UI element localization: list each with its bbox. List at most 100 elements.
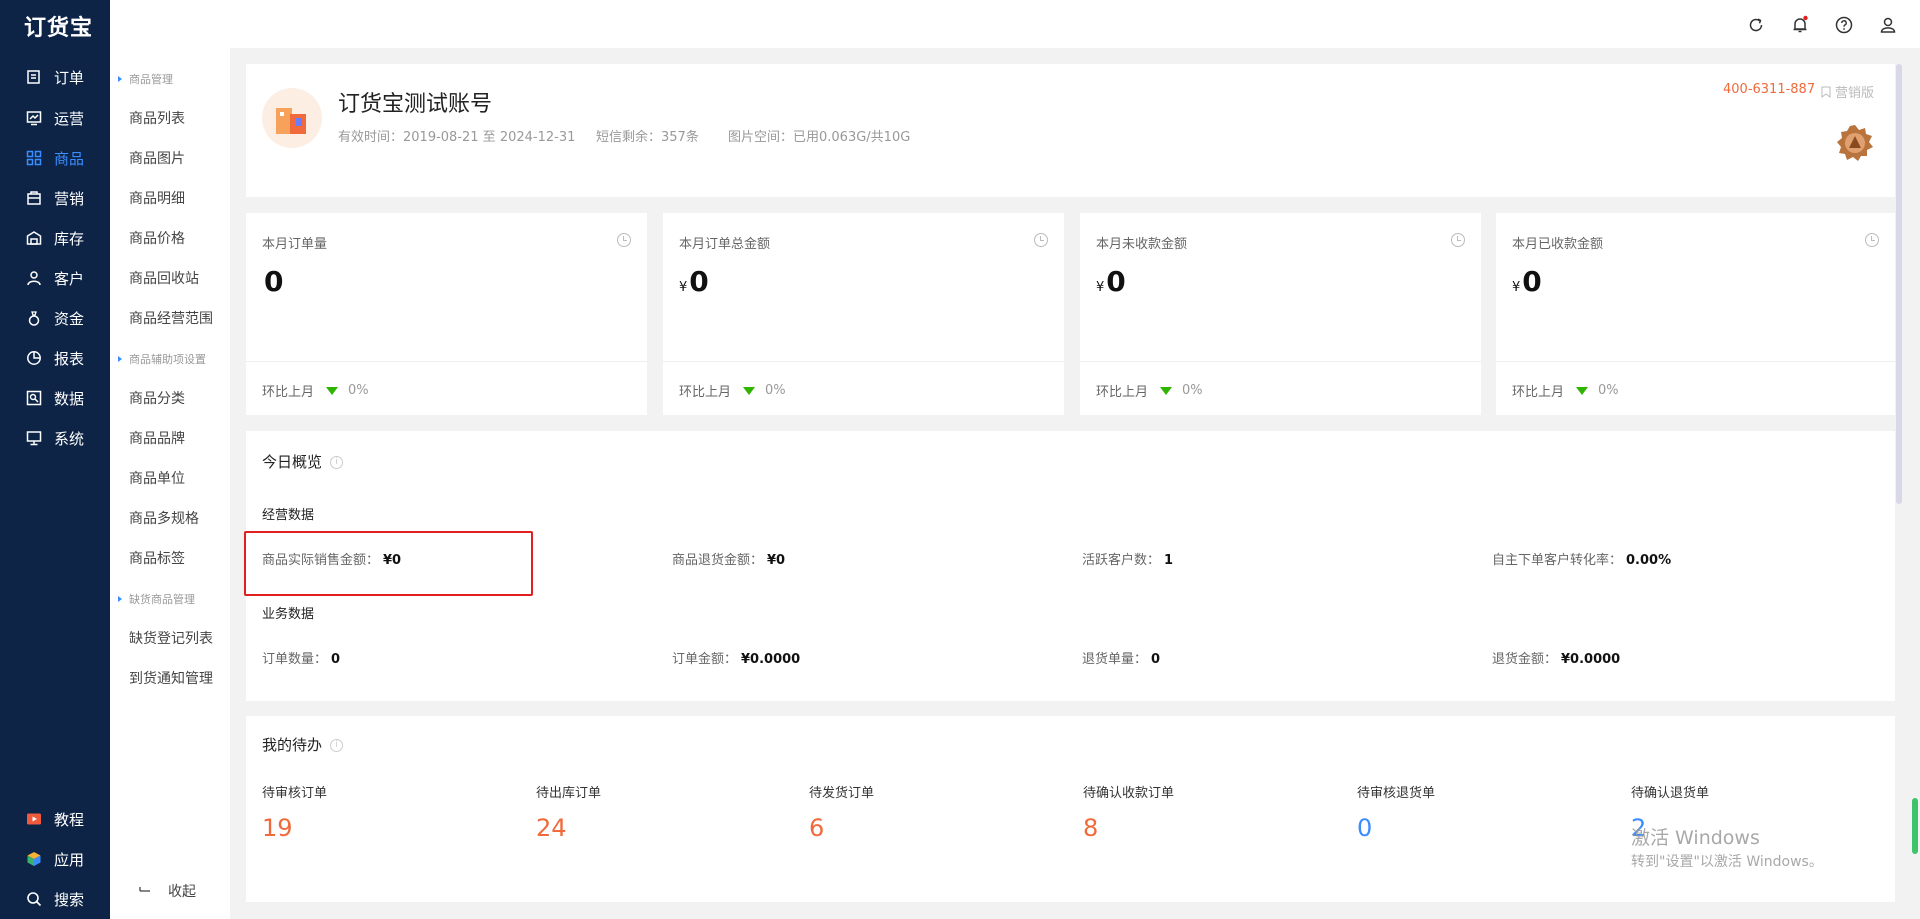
- nav-label: 教程: [54, 810, 85, 829]
- nav-item-product[interactable]: 商品: [0, 138, 110, 178]
- data-icon: [26, 390, 42, 406]
- todo-count[interactable]: 19: [262, 814, 293, 842]
- submenu-item-business-scope[interactable]: 商品经营范围: [129, 308, 213, 328]
- search-icon: [27, 892, 42, 907]
- clock-icon[interactable]: [1865, 233, 1879, 247]
- nav-item-report[interactable]: 报表: [0, 338, 110, 378]
- nav-item-order[interactable]: 订单: [0, 57, 110, 97]
- submenu-group-product-management: 商品管理: [118, 71, 173, 87]
- help-icon[interactable]: [1834, 15, 1854, 35]
- store-avatar-icon: [262, 88, 322, 148]
- todo-label[interactable]: 待审核退货单: [1357, 782, 1435, 801]
- order-icon: [27, 70, 40, 84]
- notification-bell-icon[interactable]: [1790, 15, 1810, 35]
- app-logo[interactable]: 订货宝: [24, 10, 93, 42]
- submenu-item-product-list[interactable]: 商品列表: [129, 108, 185, 128]
- submenu-item-category[interactable]: 商品分类: [129, 388, 185, 408]
- submenu-item-product-images[interactable]: 商品图片: [129, 148, 185, 168]
- stat-value: ¥0: [679, 265, 709, 298]
- nav-item-search[interactable]: 搜索: [0, 879, 110, 919]
- submenu-group-out-of-stock: 缺货商品管理: [118, 591, 195, 607]
- nav-label: 营销: [54, 189, 85, 208]
- info-icon: i: [330, 456, 344, 469]
- clock-icon[interactable]: [1034, 233, 1048, 247]
- nav-item-operation[interactable]: 运营: [0, 98, 110, 138]
- stat-value: ¥0: [1096, 265, 1126, 298]
- my-todo-card: 我的待办 i 待审核订单 19 待出库订单 24 待发货订单 6 待确认收款订单 …: [246, 716, 1895, 902]
- submenu-item-multi-spec[interactable]: 商品多规格: [129, 508, 199, 528]
- stat-value: 0: [264, 265, 284, 298]
- windows-activation-watermark: 激活 Windows: [1631, 827, 1760, 849]
- nav-item-marketing[interactable]: 营销: [0, 178, 110, 218]
- refresh-icon[interactable]: [1746, 15, 1766, 35]
- submenu-item-product-price[interactable]: 商品价格: [129, 228, 185, 248]
- overview-title: 今日概览 i: [262, 451, 344, 472]
- sms-remaining: 短信剩余：357条: [596, 130, 699, 145]
- account-validity: 有效时间：2019-08-21 至 2024-12-31: [338, 130, 576, 145]
- operation-icon: [26, 111, 42, 126]
- clock-icon[interactable]: [1451, 233, 1465, 247]
- stat-title: 本月已收款金额: [1512, 237, 1604, 252]
- collapse-label: 收起: [168, 884, 196, 900]
- metric-return-amount: 商品退货金额： ¥0: [672, 553, 786, 568]
- todo-label[interactable]: 待确认退货单: [1631, 782, 1709, 801]
- content-scrollbar[interactable]: [1896, 64, 1902, 504]
- nav-label: 资金: [54, 309, 85, 328]
- collapse-button[interactable]: 收起: [138, 881, 196, 901]
- nav-label: 搜索: [54, 890, 85, 909]
- product-submenu: 商品管理 商品列表 商品图片 商品明细 商品价格 商品回收站 商品经营范围 商品…: [110, 48, 230, 919]
- todo-count[interactable]: 0: [1357, 814, 1372, 842]
- nav-item-warehouse[interactable]: 库存: [0, 218, 110, 258]
- stat-compare: 环比上月 0%: [1096, 383, 1203, 400]
- nav-label: 应用: [54, 850, 85, 869]
- nav-label: 数据: [54, 389, 85, 408]
- nav-item-apps[interactable]: 应用: [0, 839, 110, 879]
- warehouse-icon: [26, 231, 42, 245]
- metric-return-total: 退货金额： ¥0.0000: [1492, 652, 1621, 667]
- todo-label[interactable]: 待确认收款订单: [1083, 782, 1174, 801]
- todo-count[interactable]: 8: [1083, 814, 1098, 842]
- todo-label[interactable]: 待审核订单: [262, 782, 327, 801]
- submenu-item-product-details[interactable]: 商品明细: [129, 188, 185, 208]
- nav-item-tutorial[interactable]: 教程: [0, 799, 110, 839]
- edition-badge: 营销版: [1821, 82, 1874, 101]
- todo-count[interactable]: 24: [536, 814, 567, 842]
- monitor-icon: [26, 431, 42, 446]
- windows-activation-hint: 转到"设置"以激活 Windows。: [1631, 854, 1823, 870]
- decrease-arrow-icon: [1576, 386, 1589, 395]
- submenu-group-auxiliary: 商品辅助项设置: [118, 351, 206, 367]
- service-data-title: 业务数据: [262, 607, 315, 622]
- submenu-item-arrival-notice[interactable]: 到货通知管理: [129, 668, 213, 688]
- todo-count[interactable]: 6: [809, 814, 824, 842]
- service-phone[interactable]: 400-6311-887: [1723, 82, 1815, 97]
- nav-label: 报表: [54, 349, 85, 368]
- nav-item-customer[interactable]: 客户: [0, 258, 110, 298]
- user-account-icon[interactable]: [1878, 15, 1898, 35]
- nav-label: 库存: [54, 229, 85, 248]
- stat-title: 本月未收款金额: [1096, 237, 1188, 252]
- business-data-title: 经营数据: [262, 508, 315, 523]
- stat-compare: 环比上月 0%: [262, 383, 369, 400]
- todo-label[interactable]: 待发货订单: [809, 782, 874, 801]
- top-bar: [110, 0, 1920, 48]
- submenu-item-unit[interactable]: 商品单位: [129, 468, 185, 488]
- stat-card-monthly-orders: 本月订单量 0 环比上月 0%: [246, 213, 647, 415]
- nav-label: 系统: [54, 429, 85, 448]
- stat-title: 本月订单量: [262, 237, 328, 252]
- info-icon: i: [330, 739, 344, 752]
- stat-compare: 环比上月 0%: [679, 383, 786, 400]
- submenu-item-tag[interactable]: 商品标签: [129, 548, 185, 568]
- clock-icon[interactable]: [617, 233, 631, 247]
- nav-item-data[interactable]: 数据: [0, 378, 110, 418]
- decrease-arrow-icon: [1160, 386, 1173, 395]
- submenu-item-recycle-bin[interactable]: 商品回收站: [129, 268, 199, 288]
- stat-card-monthly-unpaid: 本月未收款金额 ¥0 环比上月 0%: [1080, 213, 1481, 415]
- nav-item-system[interactable]: 系统: [0, 418, 110, 458]
- submenu-item-stockout-list[interactable]: 缺货登记列表: [129, 628, 213, 648]
- todo-label[interactable]: 待出库订单: [536, 782, 601, 801]
- money-bag-icon: [28, 311, 40, 326]
- highlight-box: [244, 531, 533, 596]
- nav-item-funds[interactable]: 资金: [0, 298, 110, 338]
- submenu-item-brand[interactable]: 商品品牌: [129, 428, 185, 448]
- page-scrollbar[interactable]: [1912, 798, 1918, 854]
